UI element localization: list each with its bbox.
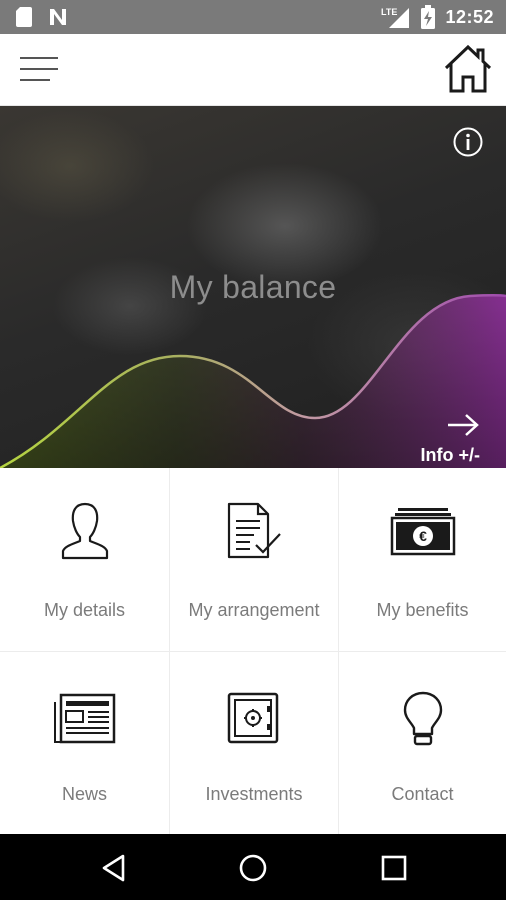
tile-label: My details: [43, 600, 126, 620]
home-circle-icon[interactable]: [237, 852, 269, 884]
arrow-right-icon[interactable]: [446, 412, 480, 438]
battery-charging-icon: [421, 5, 436, 29]
tile-label: News: [61, 784, 107, 804]
tile-my-arrangement[interactable]: My arrangement: [170, 468, 339, 652]
newspaper-icon: [53, 693, 115, 744]
network-label: LTE: [381, 7, 397, 17]
tile-contact[interactable]: Contact: [339, 652, 506, 834]
tile-my-details[interactable]: My details: [0, 468, 170, 652]
tile-label: My arrangement: [188, 600, 320, 620]
safe-icon: [227, 692, 279, 744]
app-bar: [0, 34, 506, 106]
back-triangle-icon[interactable]: [98, 852, 130, 884]
tile-label: Contact: [391, 784, 454, 804]
person-icon: [61, 502, 108, 560]
hamburger-menu-icon[interactable]: [20, 54, 60, 84]
lightbulb-icon: [403, 691, 442, 746]
euro-banknotes-icon: €: [390, 508, 455, 556]
clock: 12:52: [445, 6, 494, 27]
sd-card-icon: [16, 7, 32, 27]
balance-hero[interactable]: My balance Info +/-: [0, 106, 506, 468]
home-icon[interactable]: [442, 44, 494, 94]
svg-text:€: €: [419, 528, 427, 544]
info-link[interactable]: Info +/-: [421, 445, 481, 466]
lte-signal-icon: LTE: [381, 7, 410, 28]
info-icon[interactable]: [452, 126, 484, 158]
system-nav-bar: [0, 834, 506, 900]
recents-square-icon[interactable]: [378, 852, 410, 884]
tile-label: Investments: [205, 784, 303, 804]
status-bar: LTE 12:52: [0, 0, 506, 34]
tile-news[interactable]: News: [0, 652, 170, 834]
menu-grid: My details My arrangement € My benefits: [0, 468, 506, 834]
tile-my-benefits[interactable]: € My benefits: [339, 468, 506, 652]
hero-title: My balance: [169, 269, 337, 305]
tile-investments[interactable]: Investments: [170, 652, 339, 834]
n-notification-icon: [50, 9, 66, 25]
document-check-icon: [227, 502, 281, 559]
tile-label: My benefits: [376, 600, 469, 620]
